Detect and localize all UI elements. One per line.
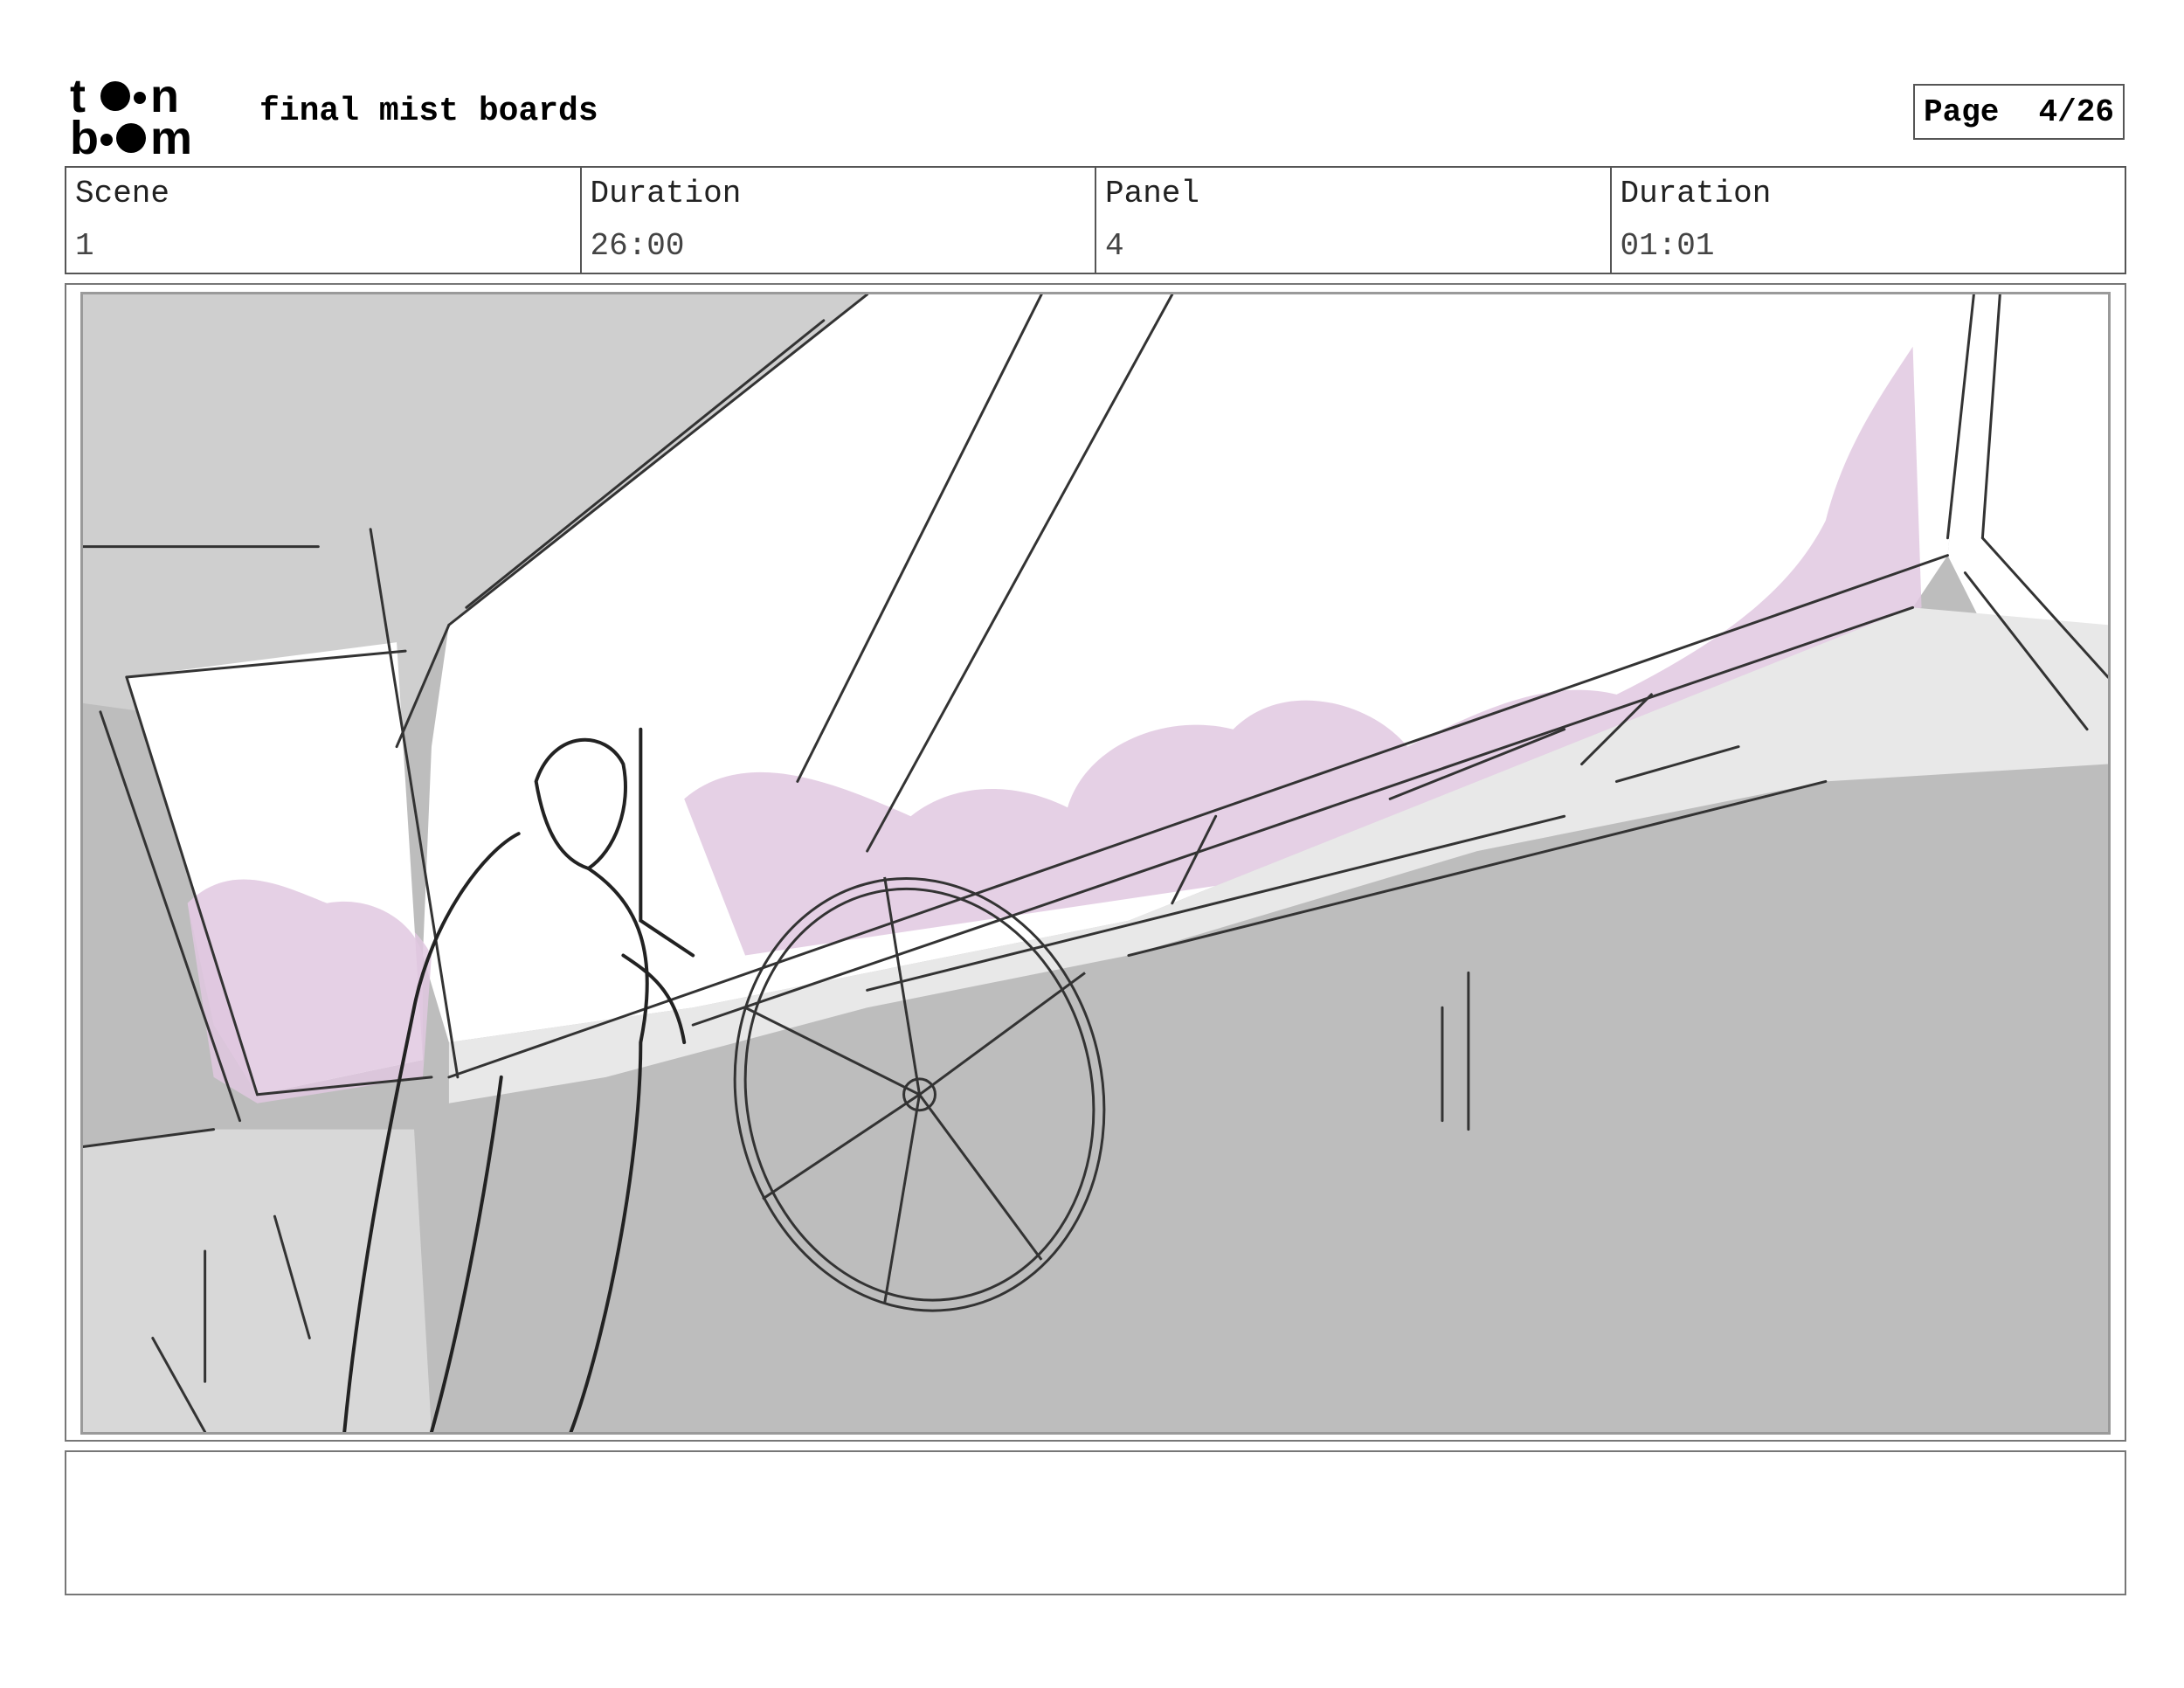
scene-duration-value: 26:00 [590, 228, 685, 264]
panel-duration-label: Duration [1620, 176, 1772, 211]
panel-duration-cell: Duration 01:01 [1612, 168, 2125, 273]
toon-boom-logo: t n b m [70, 72, 227, 159]
page-number: 4/26 [2038, 93, 2114, 130]
panel-notes-box [65, 1450, 2126, 1595]
panel-value: 4 [1105, 228, 1124, 264]
svg-text:b: b [70, 112, 99, 159]
svg-text:m: m [150, 112, 192, 159]
scene-label: Scene [75, 176, 170, 211]
logo-icon: t n b m [70, 72, 192, 159]
scene-cell: Scene 1 [66, 168, 582, 273]
board-title: final mist boards [259, 93, 598, 130]
panel-duration-value: 01:01 [1620, 228, 1715, 264]
scene-duration-label: Duration [590, 176, 742, 211]
scene-value: 1 [75, 228, 94, 264]
page-label: Page [1924, 93, 2000, 130]
panel-cell: Panel 4 [1096, 168, 1612, 273]
panel-label: Panel [1105, 176, 1200, 211]
scene-duration-cell: Duration 26:00 [582, 168, 1096, 273]
storyboard-sketch [83, 294, 2108, 1432]
scene-info-table: Scene 1 Duration 26:00 Panel 4 Duration … [65, 166, 2126, 274]
storyboard-panel-image [80, 292, 2111, 1435]
page-indicator: Page 4/26 [1913, 84, 2125, 140]
